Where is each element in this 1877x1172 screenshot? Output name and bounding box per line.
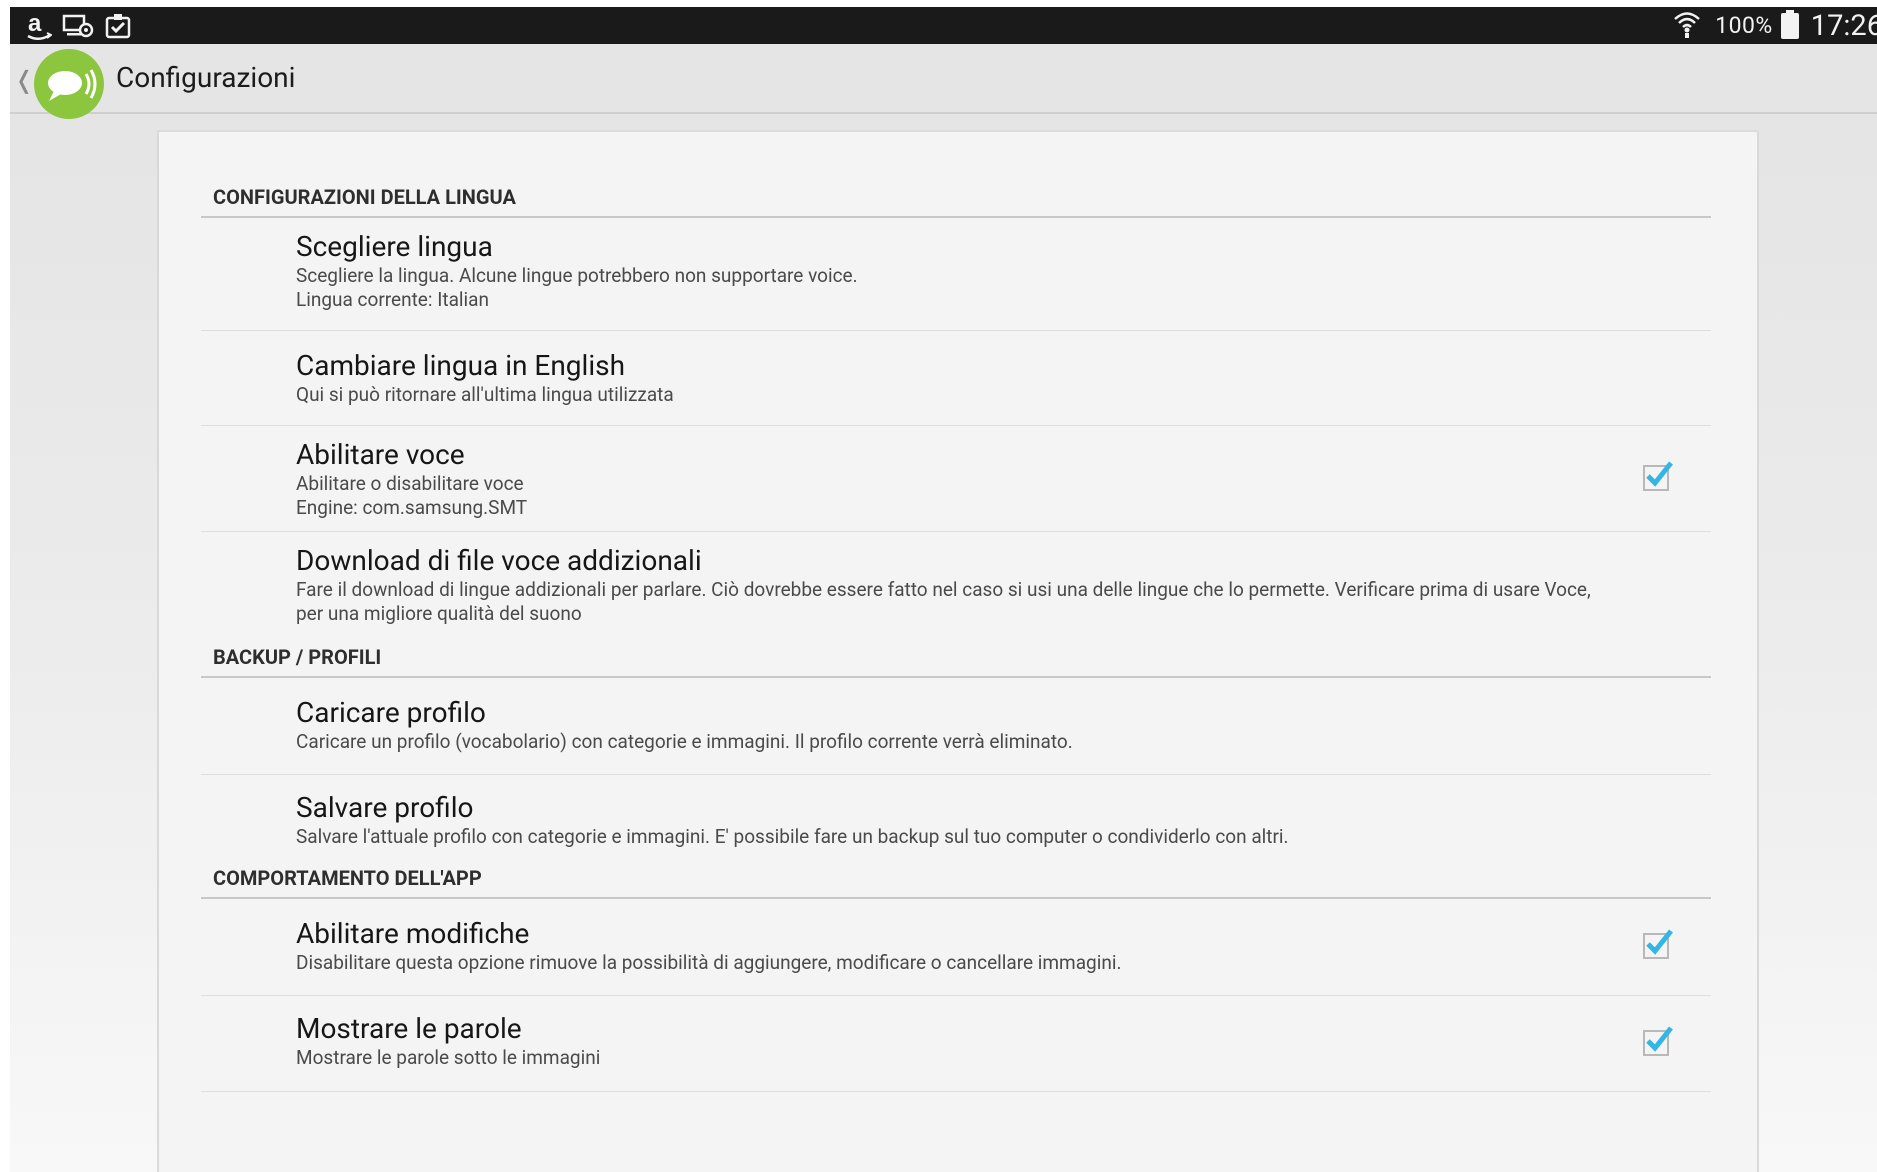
pref-summary: Scegliere la lingua. Alcune lingue potre… <box>296 264 858 287</box>
pref-choose-language[interactable]: Scegliere lingua Scegliere la lingua. Al… <box>201 218 1711 331</box>
pref-title: Abilitare voce <box>296 438 465 471</box>
pref-summary: Caricare un profilo (vocabolario) con ca… <box>296 730 1073 753</box>
chevron-left-icon[interactable]: ❬ <box>14 66 34 94</box>
pref-summary: Mostrare le parole sotto le immagini <box>296 1046 601 1069</box>
pref-title: Scegliere lingua <box>296 230 493 263</box>
device-screen: a 100% 17:26 ❬ Configurazioni CONFIGURAZ… <box>10 7 1877 1172</box>
pref-switch-to-english[interactable]: Cambiare lingua in English Qui si può ri… <box>201 331 1711 426</box>
battery-icon <box>1780 9 1799 39</box>
pref-title: Download di file voce addizionali <box>296 544 702 577</box>
preferences-panel: CONFIGURAZIONI DELLA LINGUA Scegliere li… <box>157 130 1759 1172</box>
pref-enable-voice[interactable]: Abilitare voce Abilitare o disabilitare … <box>201 426 1711 532</box>
pref-summary-engine: Engine: com.samsung.SMT <box>296 496 528 519</box>
pref-title: Caricare profilo <box>296 696 486 729</box>
edits-checkbox[interactable] <box>1643 929 1673 959</box>
status-icons-left: a <box>26 9 132 42</box>
action-bar: ❬ Configurazioni <box>10 44 1877 119</box>
status-icons-right: 100% 17:26 <box>1673 7 1877 44</box>
pref-enable-edits[interactable]: Abilitare modifiche Disabilitare questa … <box>201 899 1711 996</box>
pref-download-voice-files[interactable]: Download di file voce addizionali Fare i… <box>201 532 1711 644</box>
show-words-checkbox[interactable] <box>1643 1025 1673 1056</box>
section-header-backup: BACKUP / PROFILI <box>201 644 1711 678</box>
wifi-icon <box>1673 9 1701 43</box>
section-header-app-behavior: COMPORTAMENTO DELL'APP <box>201 865 1711 899</box>
pref-summary: Abilitare o disabilitare voce <box>296 472 524 495</box>
section-header-language: CONFIGURAZIONI DELLA LINGUA <box>201 184 1711 218</box>
svg-text:a: a <box>28 11 42 37</box>
clipboard-check-icon <box>104 12 132 40</box>
pref-summary: Disabilitare questa opzione rimuove la p… <box>296 951 1122 974</box>
clock: 17:26 <box>1810 8 1877 43</box>
pref-title: Abilitare modifiche <box>296 917 530 950</box>
pref-show-words[interactable]: Mostrare le parole Mostrare le parole so… <box>201 996 1711 1092</box>
amazon-icon: a <box>26 11 52 41</box>
pref-summary-line2: per una migliore qualità del suono <box>296 602 582 625</box>
screen-cast-icon <box>62 13 94 39</box>
pref-title: Mostrare le parole <box>296 1012 522 1045</box>
battery-percent: 100% <box>1715 12 1773 39</box>
pref-summary: Salvare l'attuale profilo con categorie … <box>296 825 1289 848</box>
status-bar: a 100% 17:26 <box>10 7 1877 44</box>
voice-checkbox[interactable] <box>1643 460 1673 491</box>
pref-save-profile[interactable]: Salvare profilo Salvare l'attuale profil… <box>201 775 1711 865</box>
page-title: Configurazioni <box>116 61 296 94</box>
app-logo-icon[interactable] <box>34 49 104 119</box>
preferences-list: CONFIGURAZIONI DELLA LINGUA Scegliere li… <box>201 184 1711 1092</box>
pref-title: Cambiare lingua in English <box>296 349 626 382</box>
pref-summary: Qui si può ritornare all'ultima lingua u… <box>296 383 674 406</box>
pref-title: Salvare profilo <box>296 791 474 824</box>
pref-summary-current-language: Lingua corrente: Italian <box>296 288 489 311</box>
pref-load-profile[interactable]: Caricare profilo Caricare un profilo (vo… <box>201 678 1711 775</box>
pref-summary: Fare il download di lingue addizionali p… <box>296 578 1591 601</box>
